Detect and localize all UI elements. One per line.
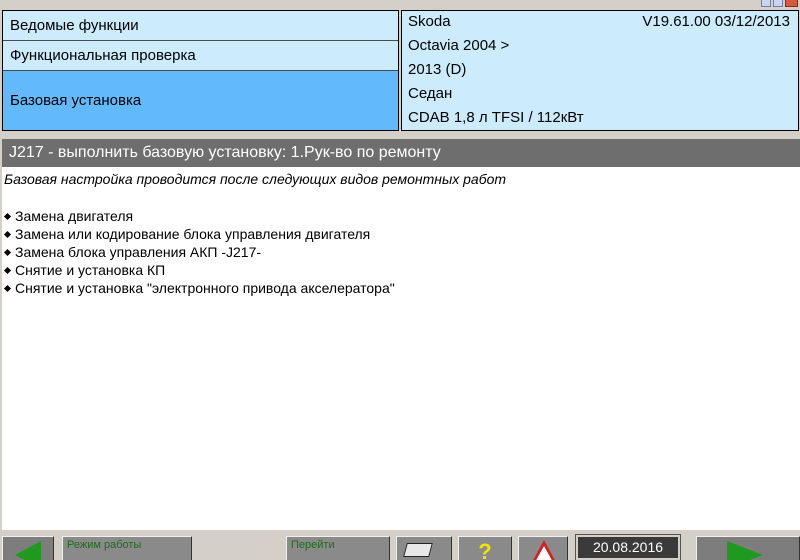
bullet-icon [3, 266, 12, 274]
goto-label: Перейти [291, 539, 335, 551]
bullet-icon [3, 230, 12, 238]
bullet-icon [3, 248, 12, 256]
list-item: Замена или кодирование блока управления … [3, 225, 395, 243]
vehicle-brand: Skoda [408, 13, 451, 30]
section-title: J217 - выполнить базовую установку: 1.Ру… [2, 139, 800, 167]
help-button[interactable]: ? [458, 536, 512, 560]
repair-list: Замена двигателя Замена или кодирование … [3, 207, 395, 297]
vehicle-year: 2013 (D) [408, 61, 467, 78]
date-display: 20.08.2016 [575, 534, 681, 560]
content-area: Базовая настройка проводится после следу… [2, 167, 800, 530]
window-title-bar [0, 0, 800, 8]
printer-icon [403, 543, 433, 557]
next-button[interactable] [696, 536, 800, 560]
print-button[interactable] [396, 536, 452, 560]
minimize-icon[interactable] [761, 0, 771, 7]
current-date: 20.08.2016 [592, 539, 664, 555]
list-item: Снятие и установка КП [3, 261, 395, 279]
list-item: Снятие и установка "электронного привода… [3, 279, 395, 297]
list-item: Замена блока управления АКП -J217- [3, 243, 395, 261]
warning-button[interactable] [518, 536, 568, 560]
bullet-icon [3, 212, 12, 220]
previous-button[interactable] [2, 536, 54, 560]
operating-mode-button[interactable]: Режим работы [62, 536, 192, 560]
menu-item-basic-setting[interactable]: Базовая установка [3, 71, 398, 130]
maximize-icon[interactable] [773, 0, 783, 7]
function-menu: Ведомые функции Функциональная проверка … [2, 10, 399, 131]
vehicle-info-panel: Skoda V19.61.00 03/12/2013 Octavia 2004 … [401, 10, 799, 131]
software-version: V19.61.00 03/12/2013 [642, 13, 790, 30]
goto-button[interactable]: Перейти [286, 536, 390, 560]
operating-mode-label: Режим работы [67, 539, 142, 551]
menu-item-guided-functions[interactable]: Ведомые функции [3, 11, 398, 41]
arrow-right-icon [727, 541, 763, 560]
arrow-left-icon [15, 541, 41, 560]
question-mark-icon: ? [478, 539, 492, 560]
bottom-toolbar: Режим работы Перейти ? [0, 530, 800, 560]
close-icon[interactable] [785, 0, 798, 7]
vehicle-model: Octavia 2004 > [408, 37, 510, 54]
menu-item-functional-test[interactable]: Функциональная проверка [3, 41, 398, 71]
bullet-icon [3, 284, 12, 292]
list-item: Замена двигателя [3, 207, 395, 225]
vehicle-body: Седан [408, 85, 453, 102]
vehicle-engine: CDAB 1,8 л TFSI / 112кВт [408, 109, 584, 126]
intro-text: Базовая настройка проводится после следу… [4, 171, 507, 187]
